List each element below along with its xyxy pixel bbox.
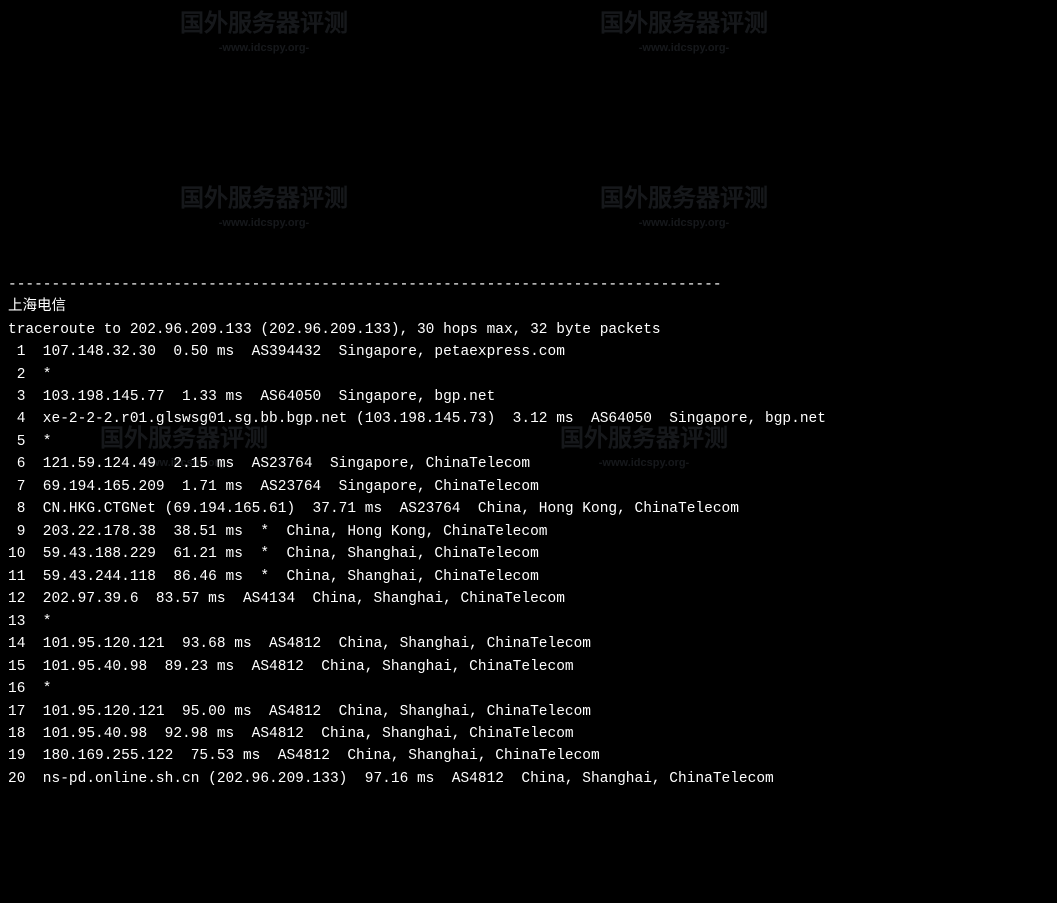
hop-line: 20 ns-pd.online.sh.cn (202.96.209.133) 9… [8, 771, 774, 787]
watermark: 国外服务器评测-www.idcspy.org- [180, 5, 348, 57]
hop-line: 17 101.95.120.121 95.00 ms AS4812 China,… [8, 704, 591, 720]
hop-line: 9 203.22.178.38 38.51 ms * China, Hong K… [8, 524, 548, 540]
hop-line: 11 59.43.244.118 86.46 ms * China, Shang… [8, 569, 539, 585]
hop-line: 16 * [8, 681, 52, 697]
watermark: 国外服务器评测-www.idcspy.org- [600, 180, 768, 232]
hop-line: 12 202.97.39.6 83.57 ms AS4134 China, Sh… [8, 591, 565, 607]
hop-line: 2 * [8, 367, 52, 383]
watermark: 国外服务器评测-www.idcspy.org- [600, 5, 768, 57]
hop-line: 1 107.148.32.30 0.50 ms AS394432 Singapo… [8, 344, 565, 360]
hop-line: 6 121.59.124.49 2.15 ms AS23764 Singapor… [8, 456, 530, 472]
hop-line: 4 xe-2-2-2.r01.glswsg01.sg.bb.bgp.net (1… [8, 411, 826, 427]
hop-line: 18 101.95.40.98 92.98 ms AS4812 China, S… [8, 726, 574, 742]
hop-line: 3 103.198.145.77 1.33 ms AS64050 Singapo… [8, 389, 495, 405]
header-label: 上海电信 [8, 299, 66, 315]
hop-line: 10 59.43.188.229 61.21 ms * China, Shang… [8, 546, 539, 562]
hop-line: 14 101.95.120.121 93.68 ms AS4812 China,… [8, 636, 591, 652]
hop-line: 13 * [8, 614, 52, 630]
separator-line: ----------------------------------------… [8, 277, 722, 293]
watermark: 国外服务器评测-www.idcspy.org- [180, 180, 348, 232]
hop-line: 8 CN.HKG.CTGNet (69.194.165.61) 37.71 ms… [8, 501, 739, 517]
hop-line: 19 180.169.255.122 75.53 ms AS4812 China… [8, 748, 600, 764]
hop-line: 7 69.194.165.209 1.71 ms AS23764 Singapo… [8, 479, 539, 495]
terminal-output: ----------------------------------------… [8, 251, 1049, 790]
hop-line: 15 101.95.40.98 89.23 ms AS4812 China, S… [8, 659, 574, 675]
traceroute-header: traceroute to 202.96.209.133 (202.96.209… [8, 322, 661, 338]
hop-line: 5 * [8, 434, 52, 450]
